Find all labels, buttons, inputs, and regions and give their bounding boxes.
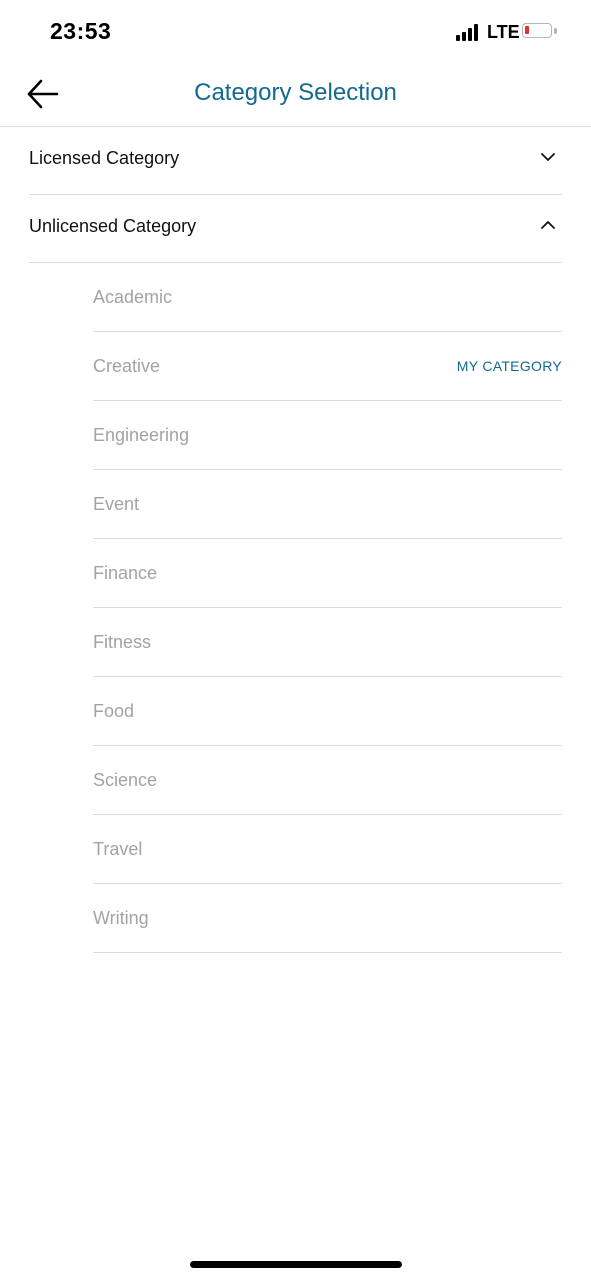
battery-level xyxy=(525,26,529,34)
category-item-event[interactable]: Event xyxy=(93,470,562,539)
category-label: Fitness xyxy=(93,632,152,652)
page-title: Category Selection xyxy=(194,79,397,106)
category-selection-screen: 23:53 LTE Category Selection Licensed Ca… xyxy=(0,0,591,1280)
status-bar: 23:53 LTE xyxy=(0,0,591,64)
chevron-up-icon xyxy=(541,221,555,229)
category-item-creative[interactable]: Creative MY CATEGORY xyxy=(93,332,562,401)
status-time: 23:53 xyxy=(50,18,112,44)
category-label: Academic xyxy=(93,287,173,307)
chevron-down-icon xyxy=(541,153,555,161)
category-item-finance[interactable]: Finance xyxy=(93,539,562,608)
section-label: Licensed Category xyxy=(29,148,180,168)
category-list: Academic Creative MY CATEGORY Engineerin… xyxy=(93,263,562,953)
category-item-science[interactable]: Science xyxy=(93,746,562,815)
my-category-badge: MY CATEGORY xyxy=(456,358,562,374)
category-label: Event xyxy=(93,494,140,514)
licensed-category-header[interactable]: Licensed Category xyxy=(29,126,562,195)
category-item-academic[interactable]: Academic xyxy=(93,263,562,332)
category-item-fitness[interactable]: Fitness xyxy=(93,608,562,677)
category-label: Finance xyxy=(93,563,158,583)
unlicensed-category-header[interactable]: Unlicensed Category xyxy=(29,194,562,263)
app-header: Category Selection xyxy=(0,64,591,127)
category-item-writing[interactable]: Writing xyxy=(93,884,562,953)
category-item-food[interactable]: Food xyxy=(93,677,562,746)
home-indicator[interactable] xyxy=(190,1261,402,1268)
category-item-engineering[interactable]: Engineering xyxy=(93,401,562,470)
category-label: Travel xyxy=(93,839,143,859)
category-label: Food xyxy=(93,701,135,721)
section-label: Unlicensed Category xyxy=(29,216,197,236)
category-label: Writing xyxy=(93,908,149,928)
category-label: Science xyxy=(93,770,158,790)
battery-icon xyxy=(522,23,552,38)
battery-cap xyxy=(554,28,557,34)
network-type: LTE xyxy=(487,22,520,42)
category-item-travel[interactable]: Travel xyxy=(93,815,562,884)
signal-strength-icon xyxy=(456,23,482,41)
category-label: Creative xyxy=(93,356,161,376)
category-label: Engineering xyxy=(93,425,190,445)
